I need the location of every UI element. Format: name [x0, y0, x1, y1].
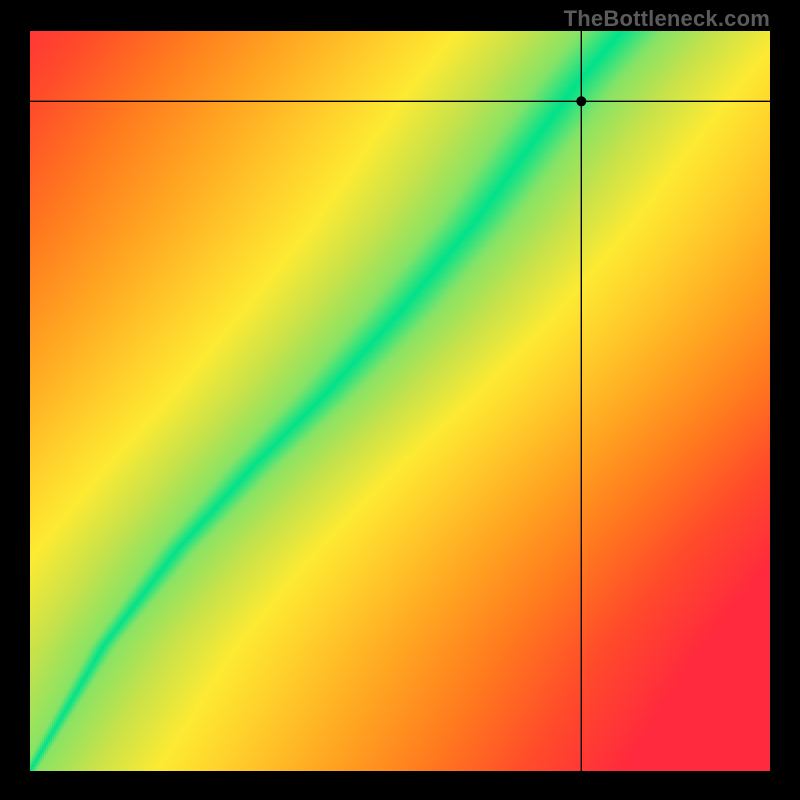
chart-frame: TheBottleneck.com — [0, 0, 800, 800]
heatmap-plot — [30, 31, 770, 771]
watermark-text: TheBottleneck.com — [564, 6, 770, 32]
heatmap-canvas — [30, 31, 770, 771]
